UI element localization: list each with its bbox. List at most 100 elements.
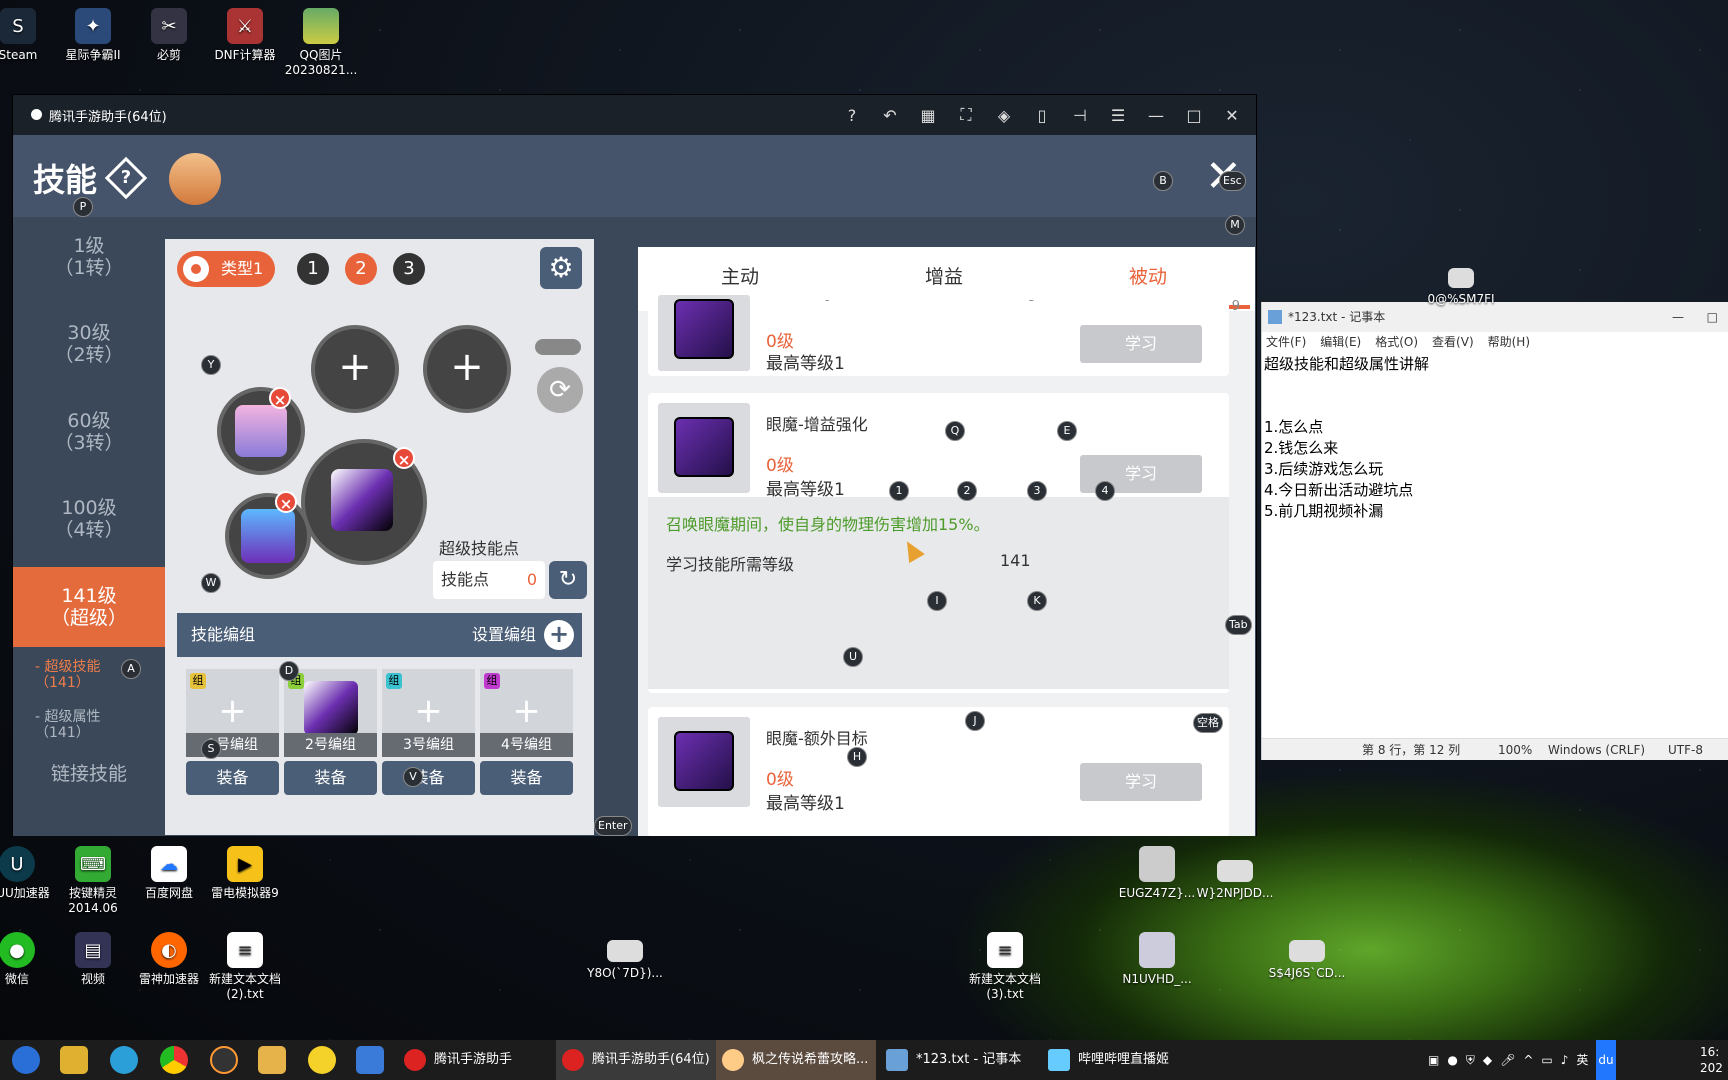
desktop-icon-qq-image[interactable]: QQ图片 20230821... [276, 8, 366, 78]
type-toggle-button[interactable]: 类型1 [177, 251, 275, 287]
menu-view[interactable]: 查看(V) [1432, 332, 1474, 352]
subnav-super-attr[interactable]: - 超级属性 （141） [35, 709, 101, 741]
preset-2-button[interactable]: 2 [345, 253, 377, 285]
desktop-icon-s4j6[interactable]: S$4J6S`CD... [1262, 940, 1352, 981]
g-app-icon[interactable] [210, 1046, 238, 1074]
mascot-avatar[interactable] [169, 153, 221, 205]
notepad-maximize-icon[interactable]: □ [1707, 302, 1718, 332]
group-slot-2[interactable]: 组 2号编组 [284, 669, 377, 757]
learn-button-1[interactable]: 学习 [1080, 325, 1202, 363]
file-explorer-icon[interactable] [60, 1046, 88, 1074]
learn-button-3[interactable]: 学习 [1080, 763, 1202, 801]
tab-passive[interactable]: 被动 9 [1046, 247, 1250, 314]
image-file-icon [1289, 940, 1325, 962]
nav-item-level141[interactable]: 141级 （超级） [13, 567, 165, 647]
menu-format[interactable]: 格式(O) [1375, 332, 1418, 352]
preset-3-button[interactable]: 3 [393, 253, 425, 285]
desktop-icon-0sm[interactable]: 0@%SM7FI [1416, 268, 1506, 307]
desktop-icon-leidian[interactable]: ▶ 雷电模拟器9 [200, 846, 290, 901]
key-hint-k: K [1027, 591, 1047, 611]
desktop-icon-txt2[interactable]: ≡ 新建文本文档 (2).txt [200, 932, 290, 1002]
microphone-icon[interactable]: 🎤︎ [1500, 1040, 1515, 1080]
image-file-icon [1448, 268, 1474, 288]
ime-indicator[interactable]: 英 [1576, 1040, 1588, 1080]
clock[interactable]: 16: 202 [1700, 1040, 1728, 1080]
task-tencent-64[interactable]: 腾讯手游助手(64位) [556, 1040, 716, 1080]
desktop-icon-w2np[interactable]: W}2NPJDD... [1190, 860, 1280, 901]
task-notepad[interactable]: *123.txt - 记事本 [880, 1040, 1040, 1080]
tray-app-icon[interactable]: ▣ [1428, 1040, 1439, 1080]
settings-button[interactable]: ⚙ [540, 247, 582, 289]
desktop-icon-euGz[interactable]: EUGZ47Z}... [1112, 846, 1202, 901]
tray-record-icon[interactable]: ● [1447, 1040, 1457, 1080]
menu-file[interactable]: 文件(F) [1266, 332, 1306, 352]
cube-icon[interactable]: ◈ [992, 106, 1016, 125]
help-button[interactable]: ? [104, 156, 148, 200]
preset-1-button[interactable]: 1 [297, 253, 329, 285]
set-group-label[interactable]: 设置编组 [472, 613, 536, 657]
notepad-minimize-icon[interactable]: — [1672, 302, 1684, 332]
add-group-button[interactable]: + [544, 620, 574, 650]
nvidia-icon[interactable]: ◆ [1483, 1040, 1492, 1080]
remove-skill-2-button[interactable]: × [393, 447, 415, 469]
empty-slot-2[interactable]: + [423, 325, 511, 413]
group-slot-3[interactable]: 组 +3号编组 [382, 669, 475, 757]
menu-help[interactable]: 帮助(H) [1488, 332, 1530, 352]
description-text: 召唤眼魔期间，使自身的物理伤害增加15%。 [666, 515, 990, 534]
subnav-super-skill[interactable]: - 超级技能 （141） [35, 659, 101, 691]
desktop-icon-n1uv[interactable]: N1UVHD_... [1112, 932, 1202, 987]
group-slot-1[interactable]: 组 +1号编组 [186, 669, 279, 757]
minimize-icon[interactable]: — [1144, 106, 1168, 125]
nav-item-level30[interactable]: 30级 （2转） [13, 304, 165, 384]
chrome-icon[interactable] [160, 1046, 188, 1074]
group-slot-4[interactable]: 组 +4号编组 [480, 669, 573, 757]
nav-item-level60[interactable]: 60级 （3转） [13, 392, 165, 472]
equip-button-3[interactable]: 装备 [382, 761, 475, 795]
empty-slot-1[interactable]: + [311, 325, 399, 413]
task-bilibili[interactable]: 哔哩哔哩直播姬 [1042, 1040, 1202, 1080]
equip-button-4[interactable]: 装备 [480, 761, 573, 795]
game-app-icon[interactable] [258, 1046, 286, 1074]
nav-item-link-skill[interactable]: 链接技能 [13, 745, 165, 825]
pin-icon[interactable]: ⊣ [1068, 106, 1092, 125]
volume-icon[interactable]: ♪ [1561, 1040, 1569, 1080]
reset-skill-button[interactable]: ↻ [549, 561, 587, 599]
sidebar-toggle-icon[interactable]: ▯ [1030, 106, 1054, 125]
desktop-icon-y8o[interactable]: Y8O(`7D})... [580, 940, 670, 981]
equipped-skill-orb[interactable] [225, 493, 311, 579]
orb-skill-icon [241, 509, 295, 563]
remove-skill-3-button[interactable]: × [275, 491, 297, 513]
search-icon[interactable] [12, 1046, 40, 1074]
maximize-icon[interactable]: □ [1182, 106, 1206, 125]
tab-buff[interactable]: 增益2 [842, 247, 1046, 314]
feishu-icon[interactable] [356, 1046, 384, 1074]
nav-item-level100[interactable]: 100级 （4转） [13, 479, 165, 559]
encoding: UTF-8 [1668, 743, 1703, 757]
network-icon[interactable]: ▭ [1541, 1040, 1552, 1080]
menu-icon[interactable]: ☰ [1106, 106, 1130, 125]
nav-item-level1[interactable]: 1级 （1转） [13, 217, 165, 297]
task-maple-guide[interactable]: 枫之传说希蕾攻略... [716, 1040, 876, 1080]
baidu-ime-icon[interactable]: du [1596, 1040, 1616, 1080]
yellow-app-icon[interactable] [308, 1046, 336, 1074]
chevron-up-icon[interactable]: ^ [1523, 1040, 1533, 1080]
grid-icon[interactable]: ▦ [916, 106, 940, 125]
desktop-icon-txt3[interactable]: ≡ 新建文本文档 (3).txt [960, 932, 1050, 1002]
task-tencent[interactable]: 腾讯手游助手 [398, 1040, 556, 1080]
notepad-icon [886, 1049, 908, 1071]
skill-card-1[interactable]: 0级 最高等级1 学习 [648, 295, 1229, 376]
edge-icon[interactable] [110, 1046, 138, 1074]
rotate-button[interactable]: ⟳ [537, 367, 583, 413]
help-icon[interactable]: ? [840, 106, 864, 125]
shield-icon[interactable]: ⛨ [1466, 1040, 1475, 1080]
fullscreen-icon[interactable]: ⛶ [954, 105, 978, 125]
remove-skill-1-button[interactable]: × [269, 387, 291, 409]
undo-icon[interactable]: ↶ [878, 106, 902, 125]
skill-card-3[interactable]: 眼魔-额外目标 0级 最高等级1 学习 [648, 707, 1229, 836]
close-icon[interactable]: ✕ [1220, 106, 1244, 125]
menu-edit[interactable]: 编辑(E) [1320, 332, 1361, 352]
equipped-skill-chest[interactable] [217, 387, 305, 475]
equip-button-1[interactable]: 装备 [186, 761, 279, 795]
equip-button-2[interactable]: 装备 [284, 761, 377, 795]
notepad-text-area[interactable]: 超级技能和超级属性讲解 1.怎么点 2.钱怎么来 3.后续游戏怎么玩 4.今日新… [1262, 352, 1728, 522]
